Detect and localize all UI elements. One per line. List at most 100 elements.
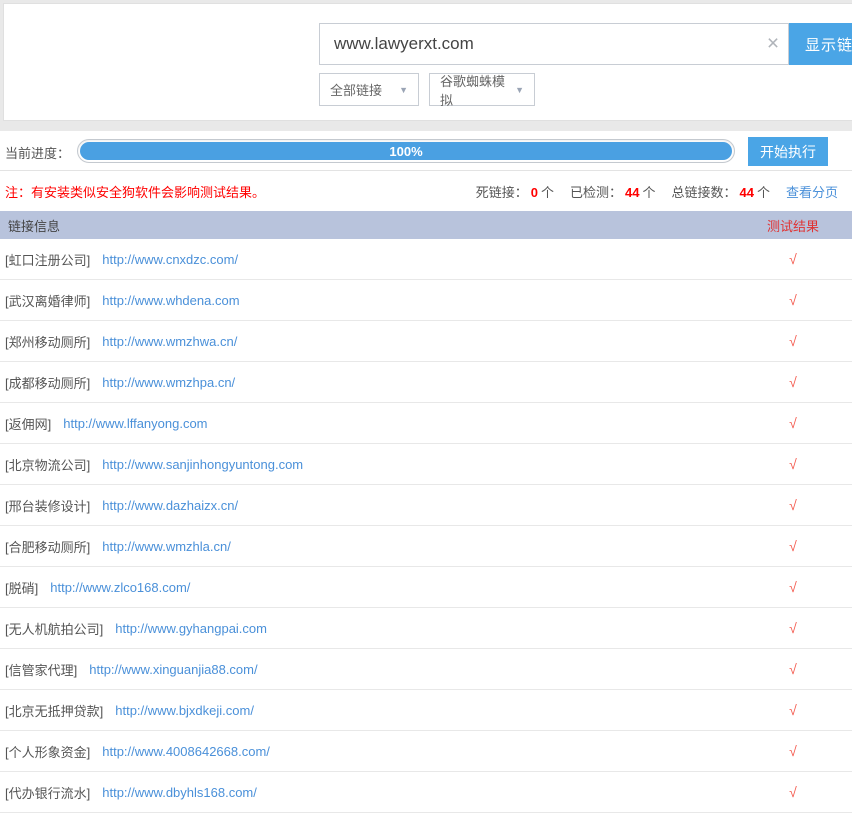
url-input[interactable]: [319, 23, 789, 65]
link-info-cell: [脱硝] http://www.zlco168.com/: [5, 578, 190, 597]
check-mark-result: √: [734, 784, 852, 800]
row-url-link[interactable]: http://www.whdena.com: [102, 293, 239, 308]
table-row: [代办银行流水] http://www.dbyhls168.com/ √: [0, 772, 852, 813]
stats-summary: 死链接：0个 已检测：44个 总链接数：44个 查看分页: [460, 182, 838, 201]
link-type-selected-value: 全部链接: [330, 80, 382, 99]
dead-links-stat: 死链接：0个: [476, 182, 554, 201]
check-mark-result: √: [734, 743, 852, 759]
row-url-link[interactable]: http://www.sanjinhongyuntong.com: [102, 457, 303, 472]
link-type-dropdown[interactable]: 全部链接 ▼: [319, 73, 419, 106]
progress-section: 当前进度： 100% 开始执行: [0, 131, 852, 171]
search-panel: × 显示链接 全部链接 ▼ 谷歌蜘蛛模拟 ▼: [3, 3, 852, 121]
link-info-cell: [武汉离婚律师] http://www.whdena.com: [5, 291, 240, 310]
row-url-link[interactable]: http://www.dbyhls168.com/: [102, 785, 257, 800]
row-label: [脱硝]: [5, 578, 38, 597]
row-url-link[interactable]: http://www.cnxdzc.com/: [102, 252, 238, 267]
link-info-cell: [信管家代理] http://www.xinguanjia88.com/: [5, 660, 258, 679]
detected-unit: 个: [642, 185, 655, 200]
table-row: [虹口注册公司] http://www.cnxdzc.com/ √: [0, 239, 852, 280]
check-mark-result: √: [734, 702, 852, 718]
dead-links-value: 0: [528, 185, 541, 200]
table-row: [成都移动厕所] http://www.wmzhpa.cn/ √: [0, 362, 852, 403]
table-row: [北京无抵押贷款] http://www.bjxdkeji.com/ √: [0, 690, 852, 731]
table-row: [合肥移动厕所] http://www.wmzhla.cn/ √: [0, 526, 852, 567]
check-mark-result: √: [734, 456, 852, 472]
check-mark-result: √: [734, 661, 852, 677]
row-label: [信管家代理]: [5, 660, 77, 679]
total-links-unit: 个: [757, 185, 770, 200]
progress-bar-fill: 100%: [80, 142, 732, 160]
progress-label: 当前进度：: [5, 143, 70, 162]
row-label: [邢台装修设计]: [5, 496, 90, 515]
link-info-cell: [北京物流公司] http://www.sanjinhongyuntong.co…: [5, 455, 303, 474]
chevron-down-icon: ▼: [399, 85, 408, 95]
status-row: 注：有安装类似安全狗软件会影响测试结果。 死链接：0个 已检测：44个 总链接数…: [0, 171, 852, 211]
spider-selected-value: 谷歌蜘蛛模拟: [440, 71, 509, 109]
table-row: [邢台装修设计] http://www.dazhaizx.cn/ √: [0, 485, 852, 526]
check-mark-result: √: [734, 579, 852, 595]
link-info-cell: [个人形象资金] http://www.4008642668.com/: [5, 742, 270, 761]
clear-input-icon[interactable]: ×: [760, 31, 786, 57]
link-info-cell: [成都移动厕所] http://www.wmzhpa.cn/: [5, 373, 235, 392]
dead-links-unit: 个: [541, 185, 554, 200]
row-url-link[interactable]: http://www.gyhangpai.com: [115, 621, 267, 636]
row-url-link[interactable]: http://www.zlco168.com/: [50, 580, 190, 595]
total-links-value: 44: [737, 185, 757, 200]
link-info-cell: [返佣网] http://www.lffanyong.com: [5, 414, 208, 433]
row-url-link[interactable]: http://www.lffanyong.com: [63, 416, 207, 431]
row-label: [郑州移动厕所]: [5, 332, 90, 351]
link-info-cell: [虹口注册公司] http://www.cnxdzc.com/: [5, 250, 238, 269]
row-url-link[interactable]: http://www.wmzhwa.cn/: [102, 334, 237, 349]
progress-percent: 100%: [389, 144, 422, 159]
row-label: [北京无抵押贷款]: [5, 701, 103, 720]
row-label: [返佣网]: [5, 414, 51, 433]
link-info-cell: [北京无抵押贷款] http://www.bjxdkeji.com/: [5, 701, 254, 720]
table-row: [返佣网] http://www.lffanyong.com √: [0, 403, 852, 444]
check-mark-result: √: [734, 620, 852, 636]
link-info-cell: [合肥移动厕所] http://www.wmzhla.cn/: [5, 537, 231, 556]
results-panel: 当前进度： 100% 开始执行 注：有安装类似安全狗软件会影响测试结果。 死链接…: [0, 131, 852, 828]
table-row: [北京物流公司] http://www.sanjinhongyuntong.co…: [0, 444, 852, 485]
link-info-cell: [无人机航拍公司] http://www.gyhangpai.com: [5, 619, 267, 638]
row-label: [代办银行流水]: [5, 783, 90, 802]
check-mark-result: √: [734, 415, 852, 431]
dead-links-label: 死链接：: [476, 185, 528, 200]
row-url-link[interactable]: http://www.xinguanjia88.com/: [89, 662, 257, 677]
row-url-link[interactable]: http://www.wmzhpa.cn/: [102, 375, 235, 390]
row-label: [虹口注册公司]: [5, 250, 90, 269]
check-mark-result: √: [734, 292, 852, 308]
table-row: [信管家代理] http://www.xinguanjia88.com/ √: [0, 649, 852, 690]
total-links-stat: 总链接数：44个: [671, 182, 770, 201]
check-mark-result: √: [734, 497, 852, 513]
view-pagination-link[interactable]: 查看分页: [786, 182, 838, 201]
row-label: [个人形象资金]: [5, 742, 90, 761]
table-row: [武汉离婚律师] http://www.whdena.com √: [0, 280, 852, 321]
start-execution-button[interactable]: 开始执行: [748, 137, 828, 166]
row-url-link[interactable]: http://www.dazhaizx.cn/: [102, 498, 238, 513]
column-header-link-info: 链接信息: [8, 216, 60, 235]
detected-stat: 已检测：44个: [570, 182, 656, 201]
detected-label: 已检测：: [570, 185, 622, 200]
check-mark-result: √: [734, 374, 852, 390]
spider-mode-dropdown[interactable]: 谷歌蜘蛛模拟 ▼: [429, 73, 535, 106]
table-row: [无人机航拍公司] http://www.gyhangpai.com √: [0, 608, 852, 649]
table-row: [郑州移动厕所] http://www.wmzhwa.cn/ √: [0, 321, 852, 362]
row-url-link[interactable]: http://www.4008642668.com/: [102, 744, 270, 759]
row-label: [合肥移动厕所]: [5, 537, 90, 556]
table-row: [个人形象资金] http://www.4008642668.com/ √: [0, 731, 852, 772]
check-mark-result: √: [734, 538, 852, 554]
show-links-button[interactable]: 显示链接: [789, 23, 852, 65]
link-table-body: [虹口注册公司] http://www.cnxdzc.com/ √ [武汉离婚律…: [0, 239, 852, 813]
progress-bar: 100%: [77, 139, 735, 163]
detected-value: 44: [622, 185, 642, 200]
row-label: [北京物流公司]: [5, 455, 90, 474]
warning-note: 注：有安装类似安全狗软件会影响测试结果。: [5, 182, 265, 201]
row-url-link[interactable]: http://www.wmzhla.cn/: [102, 539, 231, 554]
link-info-cell: [代办银行流水] http://www.dbyhls168.com/: [5, 783, 257, 802]
row-url-link[interactable]: http://www.bjxdkeji.com/: [115, 703, 254, 718]
link-info-cell: [郑州移动厕所] http://www.wmzhwa.cn/: [5, 332, 237, 351]
column-header-test-result: 测试结果: [734, 216, 852, 235]
row-label: [武汉离婚律师]: [5, 291, 90, 310]
total-links-label: 总链接数：: [671, 185, 736, 200]
table-header: 链接信息 测试结果: [0, 211, 852, 239]
